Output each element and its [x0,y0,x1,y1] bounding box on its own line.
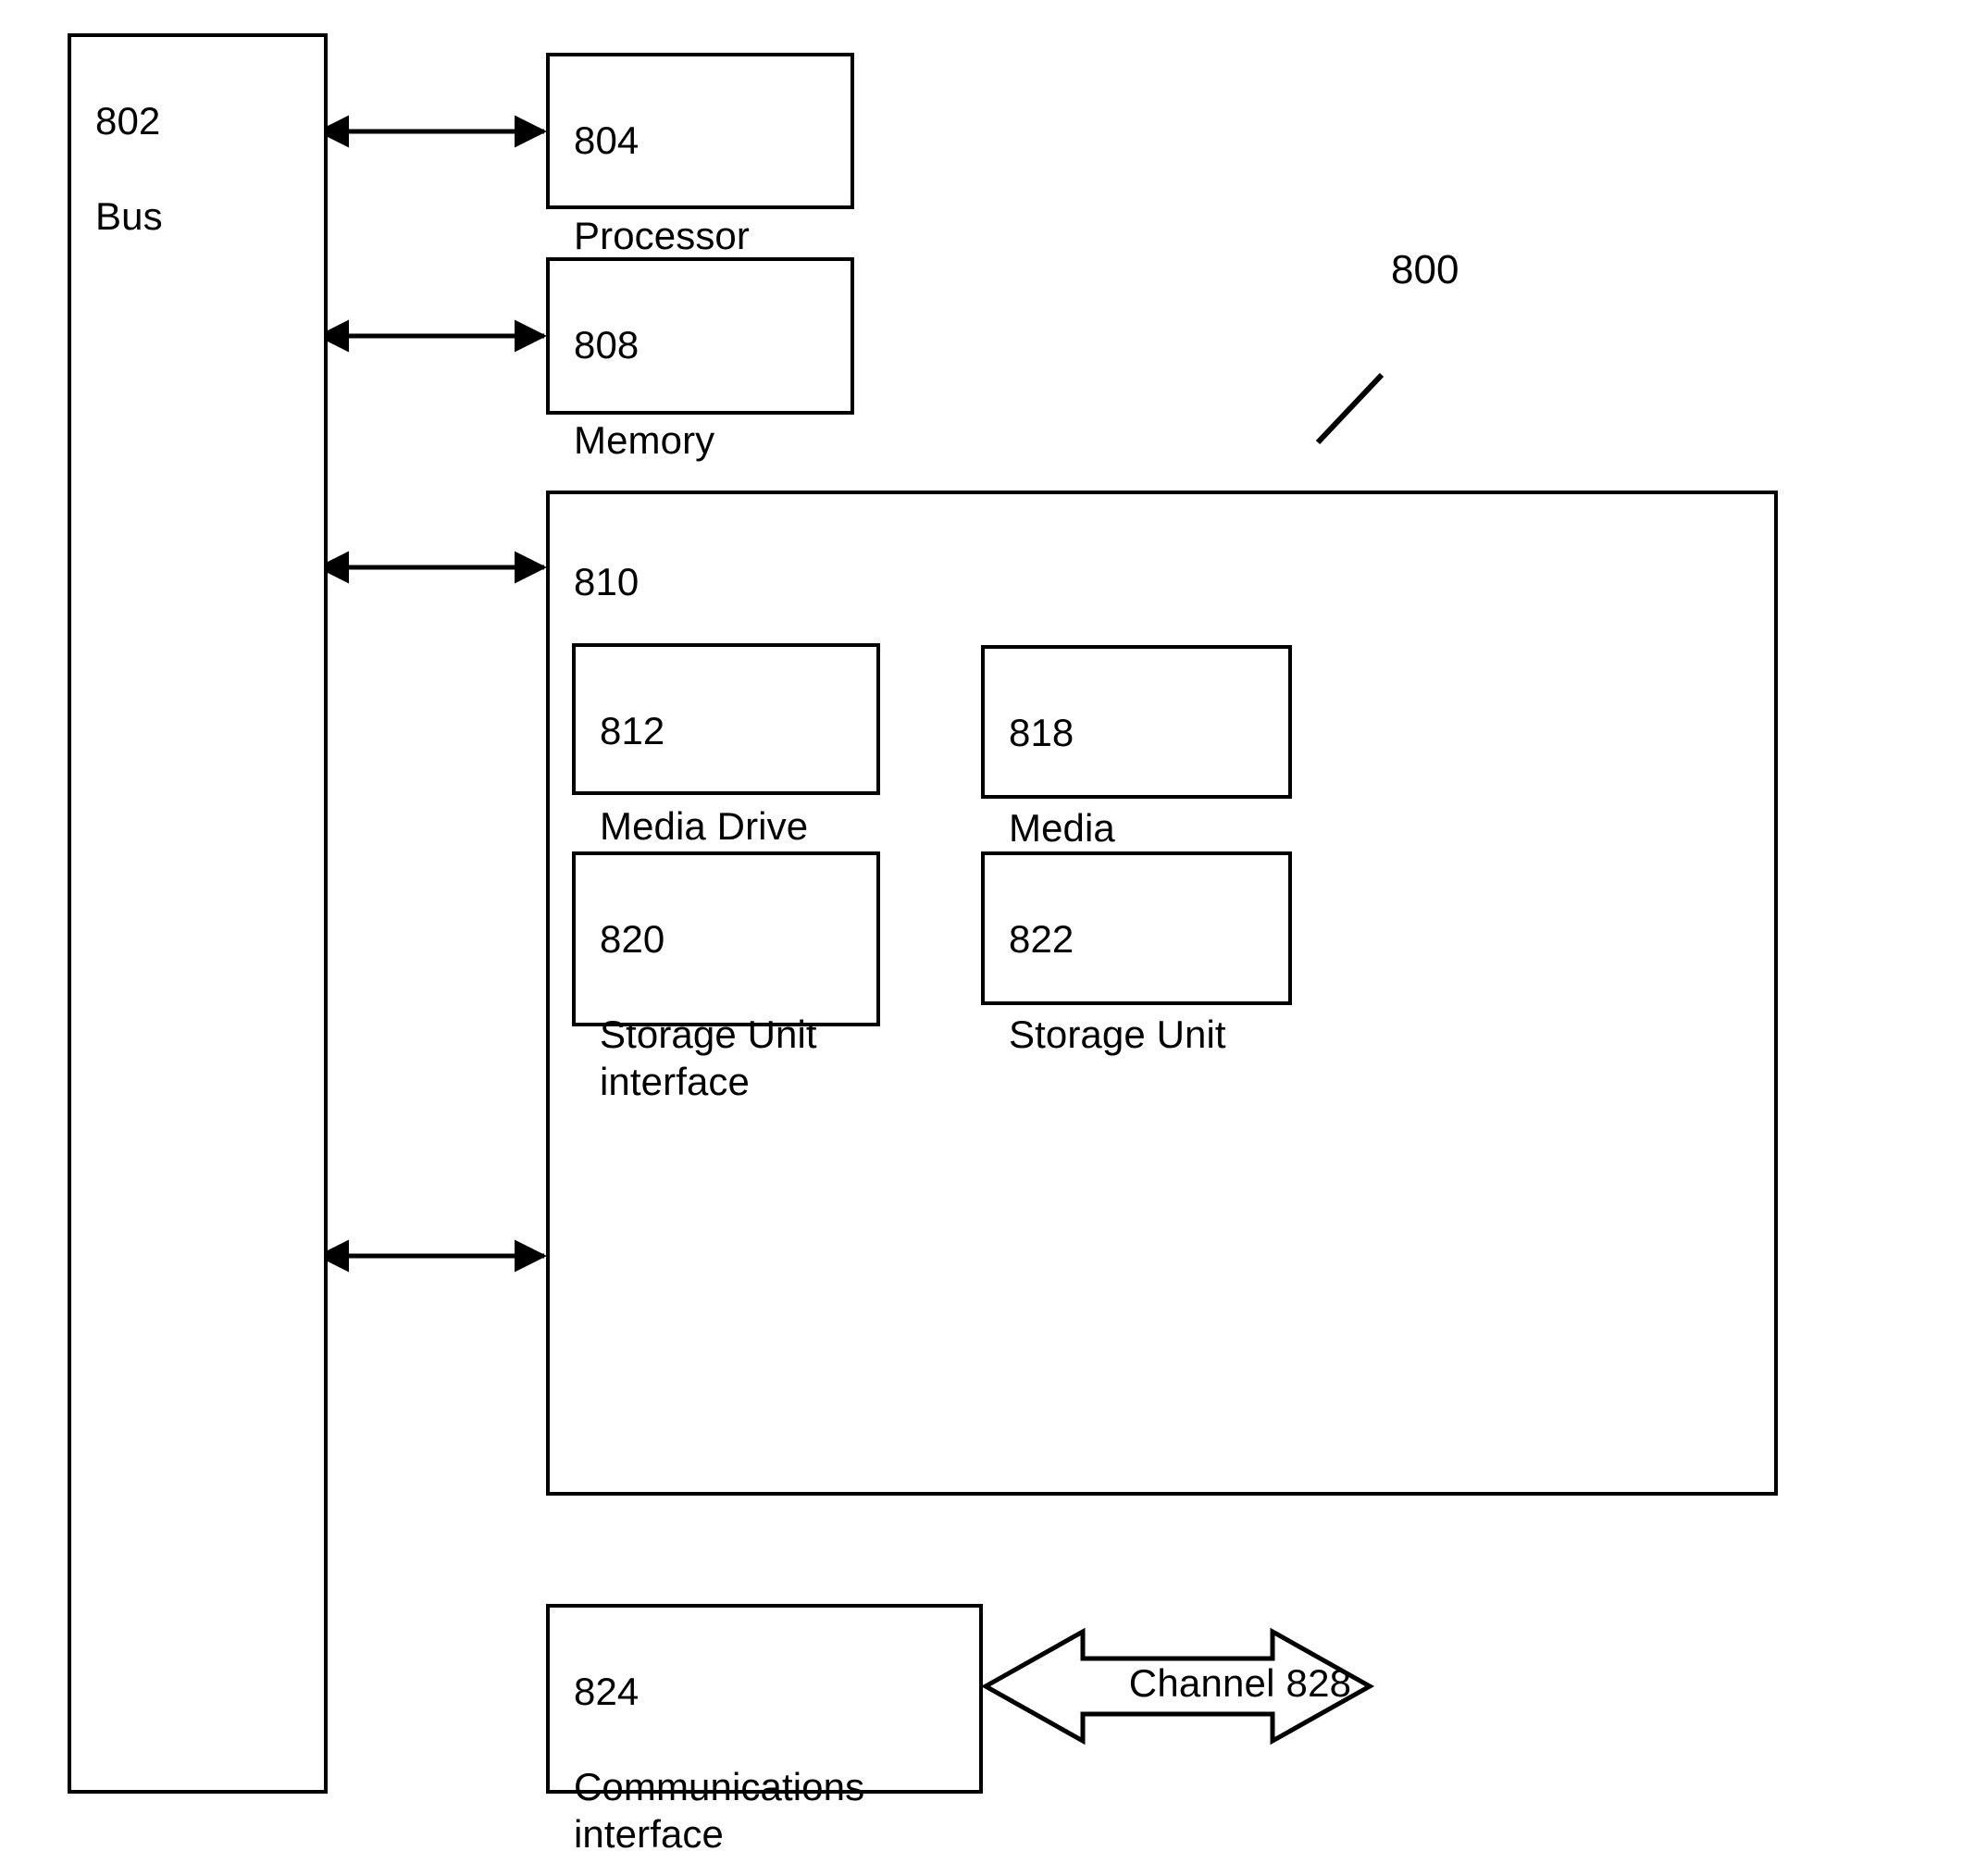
figure-800-block-diagram: 802 Bus 804 Processor 808 Memory 810 Sto… [0,0,1962,1876]
block-processor-number: 804 [574,118,640,163]
block-memory: 808 Memory [546,257,854,462]
block-storage-unit-number: 822 [1009,917,1074,962]
block-storage-unit: 822 Storage Unit [981,851,1292,1056]
block-media-drive: 812 Media Drive [572,643,880,848]
block-memory-name: Memory [574,417,715,462]
figure-reference-leader-line [1315,372,1385,445]
block-media: 818 Media [981,645,1292,850]
block-storage-unit-interface-number: 820 [600,917,665,962]
block-storage-unit-label: 822 Storage Unit [1009,868,1226,1105]
block-communications-interface-label: 824 Communications interface [574,1621,864,1876]
block-bus-number: 802 [95,99,161,143]
block-memory-number: 808 [574,323,640,367]
block-media-drive-number: 812 [600,709,665,753]
block-media-number: 818 [1009,711,1074,755]
channel-label: Channel 828 [1128,1661,1352,1705]
block-media-drive-name: Media Drive [600,803,809,848]
block-bus: 802 Bus [68,33,328,1794]
block-storage-unit-interface-name: Storage Unit interface [600,1012,817,1103]
block-communications-interface-name: Communications interface [574,1764,865,1856]
block-bus-label: 802 Bus [95,50,163,287]
block-media-name: Media [1009,805,1115,850]
block-bus-name: Bus [95,193,163,238]
block-storage-devices-number: 810 [574,560,640,604]
block-communications-interface-number: 824 [574,1670,640,1714]
block-processor-name: Processor [574,213,750,257]
block-storage-unit-interface-label: 820 Storage Unit interface [600,868,817,1152]
block-communications-interface: 824 Communications interface [546,1604,983,1856]
block-processor: 804 Processor [546,53,854,257]
figure-reference-number: 800 [1391,247,1459,292]
block-storage-unit-name: Storage Unit [1009,1012,1226,1056]
block-memory-label: 808 Memory [574,274,714,511]
block-storage-unit-interface: 820 Storage Unit interface [572,851,880,1103]
